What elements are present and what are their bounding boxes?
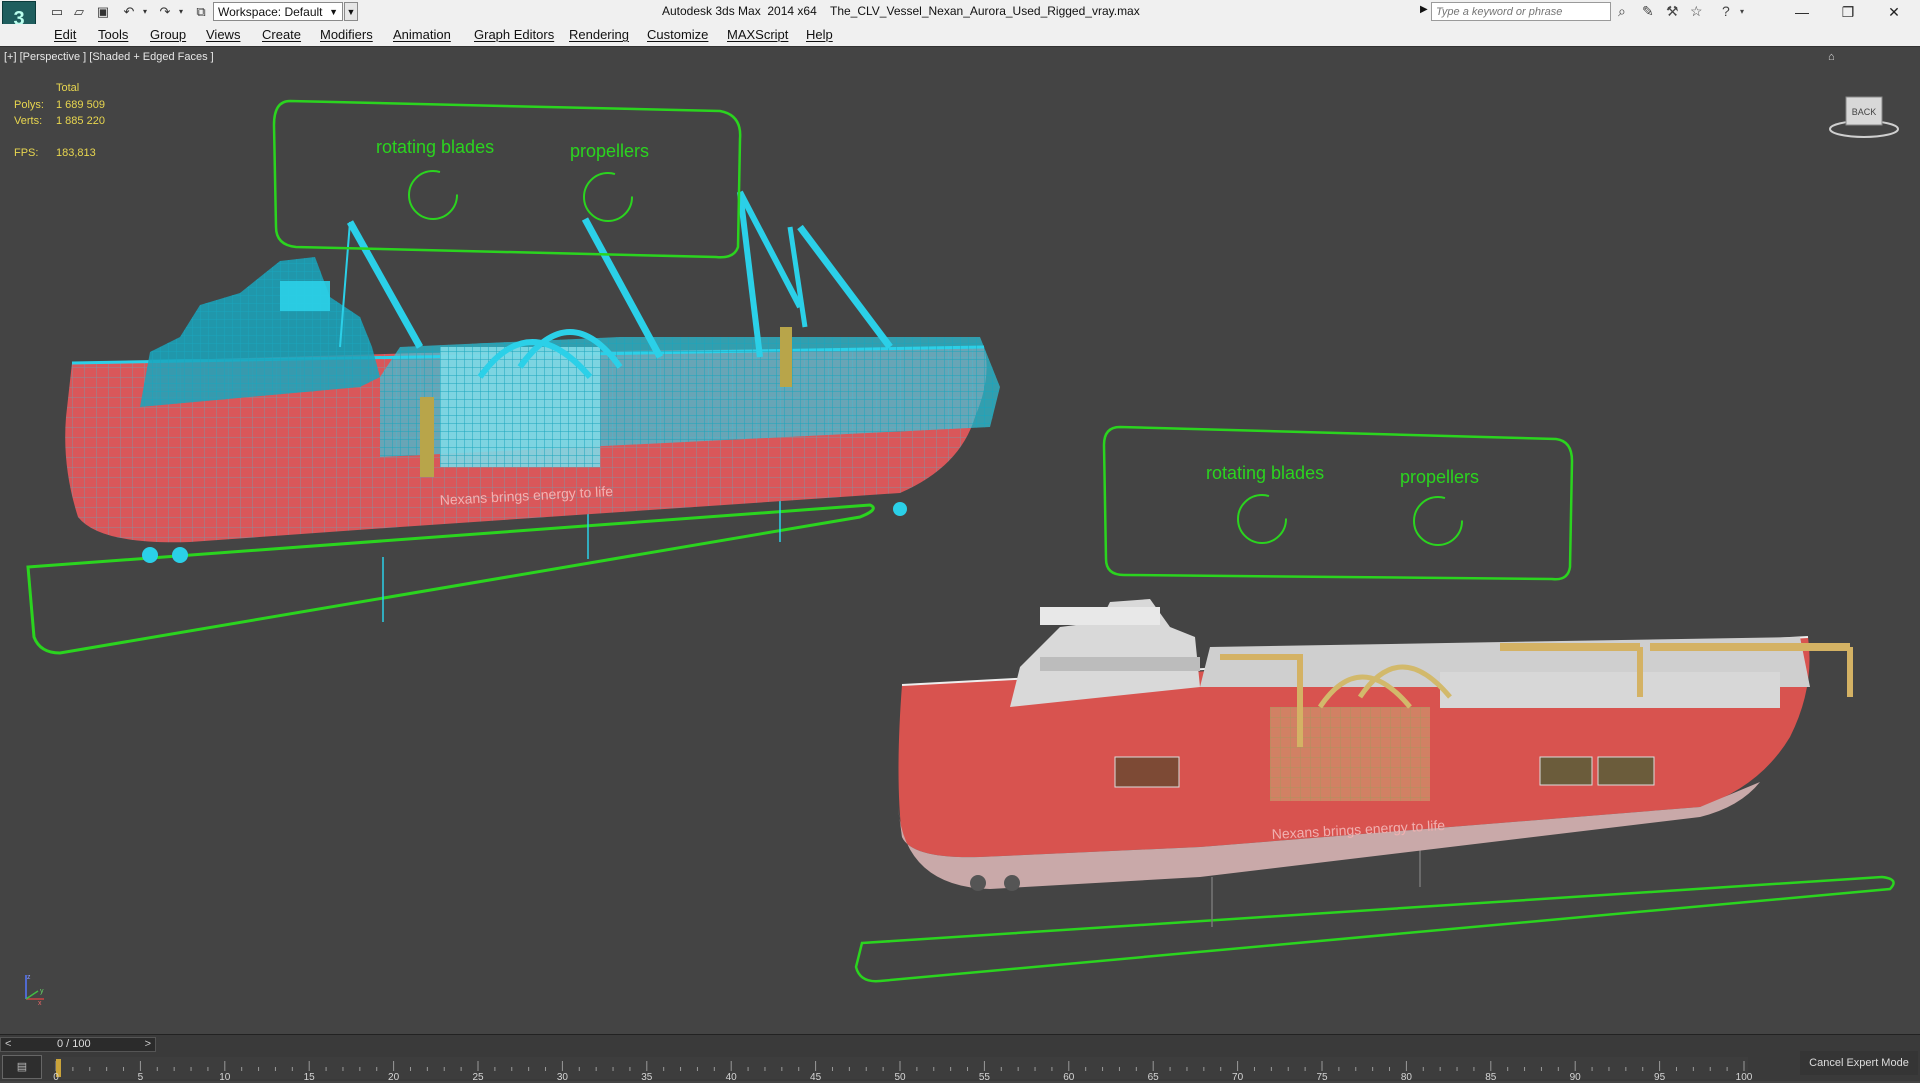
track-tick-label: 25 xyxy=(472,1072,484,1083)
callout-propellers-right: propellers xyxy=(1400,467,1479,487)
svg-text:x: x xyxy=(38,1000,42,1007)
perspective-viewport[interactable]: [+] [Perspective ] [Shaded + Edged Faces… xyxy=(0,46,1920,1035)
track-tick-label: 70 xyxy=(1232,1072,1244,1083)
callout-propellers-left: propellers xyxy=(570,141,649,161)
time-slider-value: 0 / 100 xyxy=(57,1038,91,1050)
subscription-key-icon[interactable]: ✎ xyxy=(1642,3,1654,20)
track-tick-label: 5 xyxy=(137,1072,144,1083)
favorites-star-icon[interactable]: ☆ xyxy=(1690,3,1703,20)
track-tick-label: 55 xyxy=(978,1072,990,1083)
new-file-icon[interactable]: ▭ xyxy=(48,3,66,20)
menu-rendering[interactable]: Rendering xyxy=(569,27,629,42)
search-expand-icon[interactable]: ▶ xyxy=(1420,4,1428,15)
track-tick-label: 85 xyxy=(1485,1072,1497,1083)
menu-create[interactable]: Create xyxy=(262,27,301,42)
callout-rotating-blades-left: rotating blades xyxy=(376,137,494,157)
maxscript-listener-icon[interactable]: ▤ xyxy=(2,1055,42,1079)
callout-helper-left[interactable]: rotating blades propellers xyxy=(272,99,742,259)
rotate-arrow-icon xyxy=(583,172,633,222)
help-dropdown-icon[interactable]: ▾ xyxy=(1740,7,1744,16)
track-tick-label: 100 xyxy=(1735,1072,1753,1083)
svg-text:y: y xyxy=(40,988,44,995)
minimize-icon[interactable]: — xyxy=(1782,2,1822,22)
track-tick-label: 95 xyxy=(1654,1072,1666,1083)
open-file-icon[interactable]: ▱ xyxy=(70,3,88,20)
workspace-dropdown[interactable]: Workspace: Default ▼ xyxy=(213,2,343,21)
search-input[interactable] xyxy=(1431,2,1611,21)
menu-modifiers[interactable]: Modifiers xyxy=(320,27,373,42)
redo-dropdown-icon[interactable]: ▾ xyxy=(172,3,190,20)
track-tick-label: 90 xyxy=(1569,1072,1581,1083)
menu-help[interactable]: Help xyxy=(806,27,833,42)
track-tick-label: 80 xyxy=(1400,1072,1412,1083)
wireframe-ship[interactable]: Nexans brings energy to life xyxy=(26,190,1000,655)
time-slider[interactable]: < 0 / 100 > xyxy=(0,1037,156,1052)
callout-rotating-blades-right: rotating blades xyxy=(1206,463,1324,483)
menu-customize[interactable]: Customize xyxy=(647,27,708,42)
ground-helper-right[interactable] xyxy=(854,875,1895,983)
track-tick-label: 45 xyxy=(810,1072,822,1083)
rotate-arrow-icon xyxy=(1237,494,1287,544)
track-tick-label: 30 xyxy=(556,1072,568,1083)
cancel-expert-mode-button[interactable]: Cancel Expert Mode xyxy=(1800,1051,1918,1075)
track-tick-label: 10 xyxy=(219,1072,231,1083)
rotate-arrow-icon xyxy=(408,170,458,220)
menu-maxscript[interactable]: MAXScript xyxy=(727,27,788,42)
window-file-name: The_CLV_Vessel_Nexan_Aurora_Used_Rigged_… xyxy=(830,4,1140,18)
menu-animation[interactable]: Animation xyxy=(393,27,451,42)
quick-access-customize-icon[interactable]: ▼ xyxy=(344,2,358,21)
menu-edit[interactable]: Edit xyxy=(54,27,76,42)
track-tick-label: 75 xyxy=(1316,1072,1328,1083)
next-frame-icon[interactable]: > xyxy=(145,1038,151,1051)
undo-dropdown-icon[interactable]: ▾ xyxy=(136,3,154,20)
bottom-panel: < 0 / 100 > ▤ 0 5 10 15 20 25 30 35 40 45 50 55 60 65… xyxy=(0,1034,1920,1083)
project-folder-icon[interactable]: ⧉ xyxy=(192,3,210,20)
menu-graph-editors[interactable]: Graph Editors xyxy=(474,27,554,42)
rotate-arrow-icon xyxy=(1413,496,1463,546)
track-tick-label: 65 xyxy=(1147,1072,1159,1083)
restore-icon[interactable]: ❐ xyxy=(1828,2,1868,22)
workspace-label: Workspace: Default xyxy=(218,5,323,19)
track-tick-label: 0 xyxy=(53,1072,59,1083)
shaded-ship[interactable]: Nexans brings energy to life xyxy=(854,599,1895,983)
scene-canvas: Nexans brings energy to life rotating bl… xyxy=(26,99,1895,983)
menu-group[interactable]: Group xyxy=(150,27,186,42)
menu-views[interactable]: Views xyxy=(206,27,240,42)
menu-bar: Edit Tools Group Views Create Modifiers … xyxy=(0,24,1920,46)
svg-text:z: z xyxy=(27,974,31,981)
menu-tools[interactable]: Tools xyxy=(98,27,128,42)
binoculars-icon[interactable]: ⌕ xyxy=(1618,3,1626,20)
track-tick-label: 50 xyxy=(894,1072,906,1083)
track-tick-label: 20 xyxy=(388,1072,400,1083)
help-icon[interactable]: ? xyxy=(1722,3,1730,19)
title-bar: 3 ▭ ▱ ▣ ↶ ▾ ↷ ▾ ⧉ Workspace: Default ▼ ▼… xyxy=(0,0,1920,37)
track-tick-label: 40 xyxy=(725,1072,737,1083)
save-file-icon[interactable]: ▣ xyxy=(94,3,112,20)
callout-helper-right[interactable]: rotating blades propellers xyxy=(1102,425,1574,581)
communication-center-icon[interactable]: ⚒ xyxy=(1666,3,1679,20)
track-tick-label: 60 xyxy=(1063,1072,1075,1083)
track-tick-label: 15 xyxy=(303,1072,315,1083)
track-tick-label: 35 xyxy=(641,1072,653,1083)
chevron-down-icon: ▼ xyxy=(329,7,338,17)
previous-frame-icon[interactable]: < xyxy=(5,1038,11,1051)
axis-tripod: z x y xyxy=(25,974,44,1007)
close-icon[interactable]: ✕ xyxy=(1874,2,1914,22)
window-title: Autodesk 3ds Max 2014 x64 xyxy=(662,4,817,18)
